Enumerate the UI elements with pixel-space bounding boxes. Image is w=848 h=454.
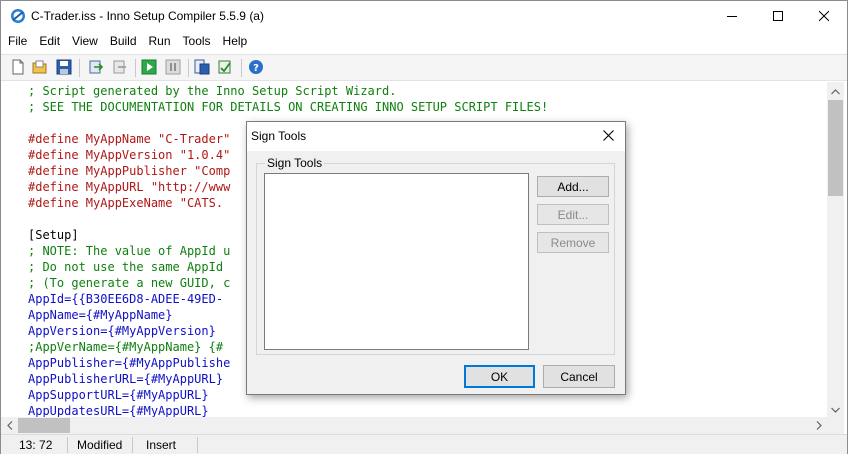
svg-text:?: ?: [253, 63, 259, 74]
stop-compile-button[interactable]: [110, 58, 130, 78]
title-bar: C-Trader.iss - Inno Setup Compiler 5.5.9…: [1, 1, 847, 31]
close-button[interactable]: [801, 1, 847, 31]
chevron-up-icon: [831, 84, 840, 98]
menu-tools[interactable]: Tools: [177, 32, 217, 52]
status-divider: [132, 437, 133, 453]
chevron-down-icon: [831, 402, 840, 416]
menu-view[interactable]: View: [66, 32, 104, 52]
menu-bar: File Edit View Build Run Tools Help: [1, 32, 253, 52]
scroll-down-button[interactable]: [827, 400, 844, 417]
status-bar: 13: 72 Modified Insert: [1, 434, 847, 454]
scroll-left-button[interactable]: [1, 417, 18, 434]
menu-run[interactable]: Run: [143, 32, 177, 52]
toolbar-separator: [241, 59, 242, 77]
chevron-right-icon: [816, 419, 822, 433]
menu-edit[interactable]: Edit: [33, 32, 66, 52]
run-button[interactable]: [139, 58, 159, 78]
menu-file[interactable]: File: [1, 32, 33, 52]
code-line: AppUpdatesURL={#MyAppURL}: [28, 404, 209, 417]
toolbar-separator: [135, 59, 136, 77]
cancel-button[interactable]: Cancel: [543, 365, 615, 388]
toolbar: ?: [1, 54, 847, 81]
menu-help[interactable]: Help: [217, 32, 254, 52]
target-setup-icon: [194, 59, 210, 78]
pause-icon: [165, 59, 181, 78]
help-button[interactable]: ?: [246, 58, 266, 78]
horizontal-scrollbar[interactable]: [1, 417, 827, 434]
help-icon: ?: [248, 59, 264, 78]
stop-compile-icon: [112, 59, 128, 78]
new-file-button[interactable]: [8, 58, 28, 78]
compile-icon: [88, 59, 104, 78]
pause-button[interactable]: [163, 58, 183, 78]
add-button[interactable]: Add...: [537, 176, 609, 197]
chevron-left-icon: [6, 419, 13, 433]
close-icon: [819, 11, 829, 21]
horizontal-scroll-thumb[interactable]: [18, 418, 70, 433]
scrollbar-corner: [827, 417, 844, 434]
remove-button[interactable]: Remove: [537, 232, 609, 253]
close-icon: [602, 129, 614, 144]
inno-setup-icon: [10, 8, 26, 24]
modified-indicator: Modified: [77, 438, 123, 452]
code-line: ; Script generated by the Inno Setup Scr…: [28, 84, 397, 98]
scroll-right-button[interactable]: [810, 417, 827, 434]
target-uninstall-button[interactable]: [215, 58, 235, 78]
save-button[interactable]: [54, 58, 74, 78]
maximize-button[interactable]: [755, 1, 801, 31]
sign-tools-dialog: Sign Tools Sign Tools Add... Edit... Rem…: [246, 121, 626, 395]
window-title: C-Trader.iss - Inno Setup Compiler 5.5.9…: [31, 9, 264, 23]
save-icon: [56, 59, 72, 78]
vertical-scroll-thumb[interactable]: [828, 100, 843, 196]
menu-build[interactable]: Build: [104, 32, 143, 52]
target-setup-button[interactable]: [192, 58, 212, 78]
run-icon: [141, 59, 157, 78]
open-file-icon: [32, 59, 48, 78]
group-label: Sign Tools: [265, 156, 325, 170]
scroll-up-button[interactable]: [827, 82, 844, 99]
sign-tools-list[interactable]: [264, 173, 529, 350]
maximize-icon: [773, 11, 783, 21]
target-uninstall-icon: [217, 59, 233, 78]
status-divider: [197, 437, 198, 453]
edit-button[interactable]: Edit...: [537, 204, 609, 225]
open-file-button[interactable]: [30, 58, 50, 78]
minimize-icon: [727, 11, 737, 21]
vertical-scrollbar[interactable]: [827, 82, 844, 417]
toolbar-separator: [79, 59, 80, 77]
compile-button[interactable]: [86, 58, 106, 78]
editor-gutter: [1, 82, 16, 417]
cursor-position: 13: 72: [19, 438, 53, 452]
dialog-title-bar: Sign Tools: [247, 122, 625, 151]
dialog-title: Sign Tools: [251, 129, 307, 143]
ok-button[interactable]: OK: [464, 365, 535, 388]
sign-tools-group: Sign Tools Add... Edit... Remove: [256, 156, 615, 355]
new-file-icon: [10, 59, 26, 78]
insert-mode-indicator: Insert: [146, 438, 177, 452]
toolbar-separator: [188, 59, 189, 77]
dialog-close-button[interactable]: [591, 122, 625, 151]
status-divider: [67, 437, 68, 453]
code-line: ; SEE THE DOCUMENTATION FOR DETAILS ON C…: [28, 100, 549, 114]
minimize-button[interactable]: [709, 1, 755, 31]
